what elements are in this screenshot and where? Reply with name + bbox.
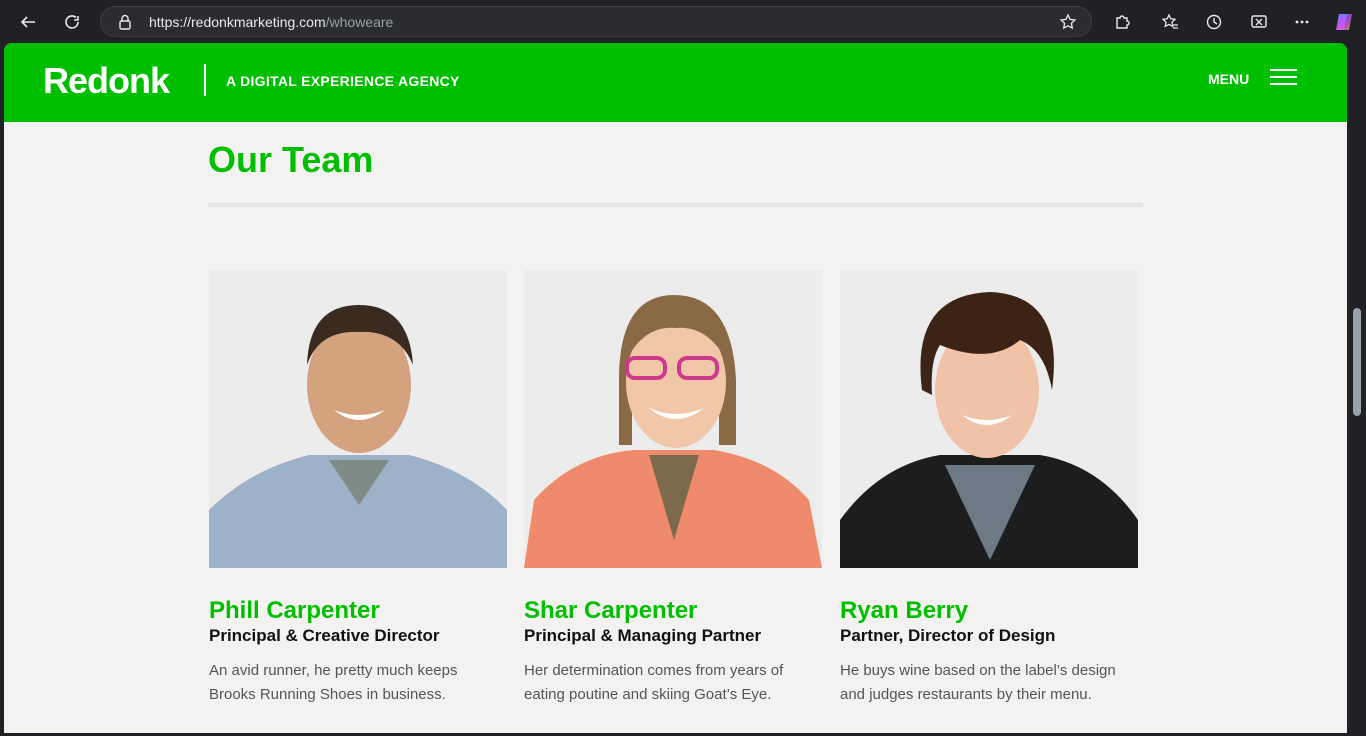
- reload-button[interactable]: [58, 8, 86, 36]
- screenshot-button[interactable]: [1245, 8, 1273, 36]
- screenshot-icon: [1251, 15, 1267, 28]
- copilot-icon: [1336, 14, 1352, 30]
- favorite-star-icon[interactable]: [1059, 13, 1077, 31]
- team-card: Phill Carpenter Principal & Creative Dir…: [209, 270, 507, 707]
- team-role: Principal & Managing Partner: [524, 626, 762, 645]
- browser-toolbar: https://redonkmarketing.com/whoweare: [0, 0, 1366, 43]
- team-name: Phill Carpenter: [209, 597, 380, 624]
- vertical-scrollbar[interactable]: [1349, 43, 1366, 736]
- team-name: Shar Carpenter: [524, 597, 698, 624]
- team-photo-shar: [524, 270, 822, 568]
- section-title: Our Team: [208, 139, 374, 180]
- hamburger-menu-icon[interactable]: [1270, 69, 1297, 87]
- menu-label[interactable]: MENU: [1208, 71, 1249, 87]
- url-host: https://redonkmarketing.com: [149, 14, 326, 30]
- puzzle-icon: [1116, 15, 1130, 29]
- copilot-button[interactable]: [1330, 8, 1358, 36]
- favorites-button[interactable]: [1156, 8, 1184, 36]
- team-bio: Her determination comes from years of ea…: [524, 662, 784, 703]
- team-card: Shar Carpenter Principal & Managing Part…: [524, 270, 822, 707]
- url-path: /whoweare: [325, 14, 394, 30]
- team-name: Ryan Berry: [840, 597, 969, 624]
- portrait-placeholder: [209, 270, 507, 568]
- extensions-button[interactable]: [1108, 8, 1136, 36]
- site-logo[interactable]: Redonk: [43, 60, 170, 102]
- portrait-placeholder: [840, 270, 1138, 568]
- back-button[interactable]: [14, 8, 42, 36]
- history-button[interactable]: [1200, 8, 1228, 36]
- team-photo-ryan: [840, 270, 1138, 568]
- team-bio: An avid runner, he pretty much keeps Bro…: [209, 662, 458, 703]
- portrait-placeholder: [524, 270, 822, 568]
- team-bio: He buys wine based on the label’s design…: [840, 662, 1116, 703]
- address-bar[interactable]: https://redonkmarketing.com/whoweare: [100, 6, 1092, 37]
- team-role: Partner, Director of Design: [840, 626, 1056, 645]
- more-dots-icon: [1295, 20, 1309, 24]
- team-photo-phill: [209, 270, 507, 568]
- back-arrow-icon: [20, 16, 35, 28]
- favorites-star-list-icon: [1161, 13, 1178, 29]
- more-options-button[interactable]: [1288, 8, 1316, 36]
- site-header: Redonk A DIGITAL EXPERIENCE AGENCY MENU: [4, 43, 1347, 122]
- reload-icon: [65, 15, 79, 29]
- section-divider: [208, 203, 1143, 207]
- page-viewport: Redonk A DIGITAL EXPERIENCE AGENCY MENU …: [4, 43, 1347, 733]
- team-card: Ryan Berry Partner, Director of Design H…: [840, 270, 1138, 707]
- url-text: https://redonkmarketing.com/whoweare: [149, 14, 393, 30]
- history-icon: [1206, 14, 1222, 30]
- scrollbar-thumb[interactable]: [1353, 308, 1361, 416]
- logo-divider: [204, 64, 206, 96]
- team-role: Principal & Creative Director: [209, 626, 440, 645]
- lock-icon: [119, 14, 131, 30]
- site-tagline: A DIGITAL EXPERIENCE AGENCY: [226, 73, 460, 89]
